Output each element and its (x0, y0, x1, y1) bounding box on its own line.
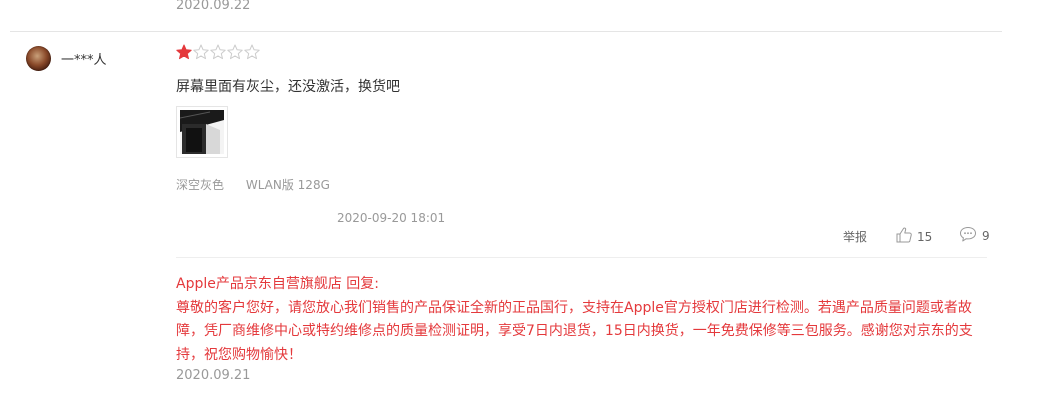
reply-divider (176, 257, 987, 258)
previous-review-date: 2020.09.22 (176, 0, 251, 13)
comment-count: 9 (982, 229, 990, 243)
like-count: 15 (917, 229, 933, 244)
spec-version: WLAN版 128G (245, 178, 330, 192)
avatar[interactable] (26, 46, 51, 71)
username: 一***人 (61, 53, 107, 68)
review-timestamp: 2020-09-20 18:01 (337, 211, 446, 225)
report-link[interactable]: 举报 (843, 228, 867, 245)
thumbs-up-icon (896, 227, 912, 243)
star-empty-icon (210, 44, 226, 60)
review-photo-thumbnail[interactable] (176, 106, 228, 158)
reply-date: 2020.09.21 (176, 368, 251, 383)
reply-author: Apple产品京东自营旗舰店 回复: (176, 276, 380, 292)
comment-bubble-icon (960, 227, 976, 242)
review-text: 屏幕里面有灰尘，还没激活，换货吧 (176, 79, 400, 95)
review-divider (10, 31, 1002, 32)
like-button[interactable]: 15 (895, 226, 932, 244)
comment-button[interactable]: 9 (959, 226, 990, 243)
star-empty-icon (244, 44, 260, 60)
seller-reply: Apple产品京东自营旗舰店 回复: 尊敬的客户您好，请您放心我们销售的产品保证… (176, 273, 976, 367)
star-filled-icon (176, 44, 192, 60)
star-empty-icon (193, 44, 209, 60)
review-page: 2020.09.22 一***人 屏幕里面有灰尘，还没激活，换货吧 深空灰色 W… (0, 0, 1060, 400)
star-empty-icon (227, 44, 243, 60)
reply-body: 尊敬的客户您好，请您放心我们销售的产品保证全新的正品国行，支持在Apple官方授… (176, 299, 973, 363)
photo-image (180, 110, 224, 154)
product-specs: 深空灰色 WLAN版 128G (176, 176, 348, 193)
star-rating (176, 44, 260, 60)
spec-color: 深空灰色 (176, 178, 225, 192)
